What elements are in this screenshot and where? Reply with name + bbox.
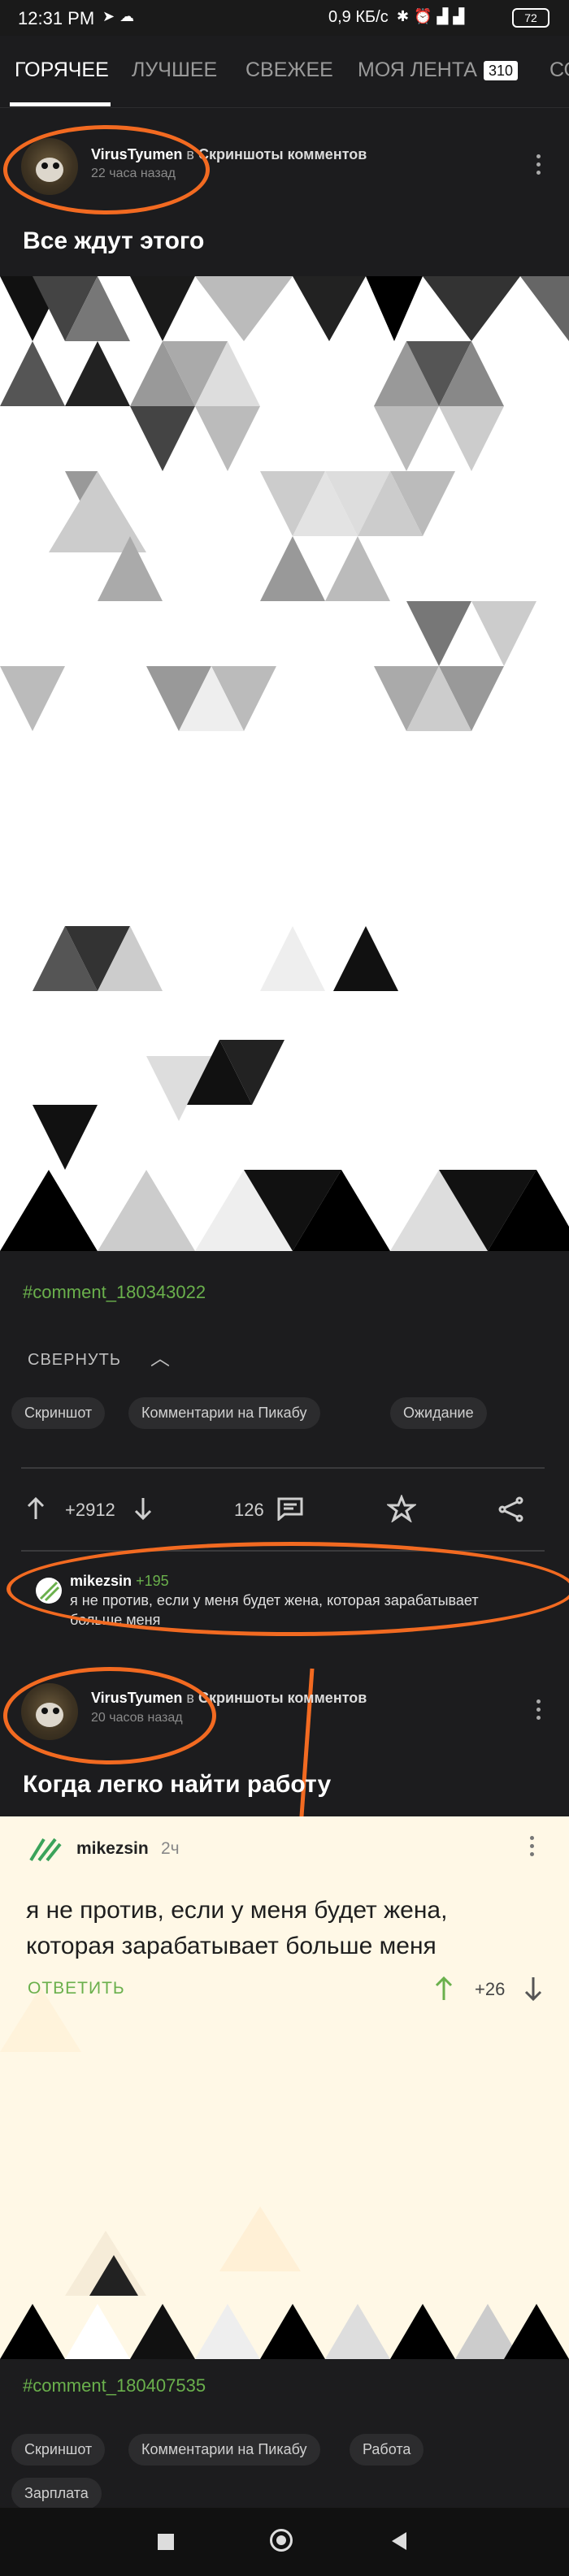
post-title: Все ждут этого [23,227,205,254]
tag-chip[interactable]: Скриншот [11,1397,106,1429]
divider [21,1467,545,1469]
post-rating: +2912 [65,1500,115,1520]
more-icon[interactable] [536,154,541,179]
alarm-icon: ⏰ [414,8,437,24]
card-comment-line1: я не против, если у меня будет жена, [26,1897,448,1924]
battery-icon: 72 [512,8,549,28]
collapse-button[interactable]: СВЕРНУТЬ ︿ [28,1342,171,1370]
active-tab-indicator [10,102,111,106]
tab-communities[interactable]: СО [549,58,569,82]
feed-counter-badge: 310 [483,60,519,80]
back-icon[interactable] [390,2531,408,2552]
status-bar: 12:31 PM ➤☁ 0,9 КБ/с ✱⏰▟▟ 72 [0,0,569,36]
status-notification-icons: ➤☁ [102,8,139,25]
system-nav-bar [0,2508,569,2576]
comment-hashtag-link[interactable]: #comment_180343022 [23,1282,206,1303]
tab-best[interactable]: ЛУЧШЕЕ [132,58,217,82]
tab-my-feed-label: МОЯ ЛЕНТА [358,58,477,81]
top-tabs: ГОРЯЧЕЕ ЛУЧШЕЕ СВЕЖЕЕ МОЯ ЛЕНТА 310 СО [0,36,569,108]
highlight-ellipse [7,1542,569,1636]
post-title: Когда легко найти работу [23,1771,332,1798]
chevron-up-icon: ︿ [150,1348,171,1370]
tag-chip[interactable]: Скриншот [11,2434,106,2466]
tag-chip[interactable]: Зарплата [11,2478,102,2509]
tag-chip[interactable]: Ожидание [390,1397,487,1429]
share-icon[interactable] [497,1496,525,1526]
status-time: 12:31 PM [18,8,95,28]
signal-icon: ▟ [437,8,454,24]
upvote-icon [435,1976,453,2000]
upvote-icon[interactable] [26,1496,46,1525]
tag-chip[interactable]: Работа [350,2434,424,2466]
comments-count[interactable]: 126 [234,1500,264,1521]
comment-hashtag-link[interactable]: #comment_180407535 [23,2375,206,2396]
weather-icon: ☁ [119,8,140,24]
downvote-icon [524,1977,542,2002]
more-icon [530,1836,535,1860]
post-image[interactable] [0,276,569,1251]
highlight-circle [3,1667,216,1764]
more-icon[interactable] [536,1699,541,1724]
home-icon[interactable] [270,2529,293,2552]
card-rating: +26 [475,1979,506,1999]
triangle-pattern [0,276,569,1251]
bluetooth-icon: ✱ [397,8,415,24]
tab-fresh[interactable]: СВЕЖЕЕ [245,58,333,82]
stop-icon[interactable] [158,2534,174,2550]
status-system-icons: ✱⏰▟▟ [397,8,469,25]
star-icon[interactable] [385,1493,418,1526]
telegram-icon: ➤ [102,8,120,24]
signal-icon-2: ▟ [453,8,470,24]
tag-chip[interactable]: Комментарии на Пикабу [128,2434,320,2466]
card-author: mikezsin [76,1839,149,1858]
tab-my-feed[interactable]: МОЯ ЛЕНТА 310 [358,58,519,82]
tag-chip[interactable]: Комментарии на Пикабу [128,1397,320,1429]
comments-icon[interactable] [276,1496,304,1525]
card-time: 2ч [161,1839,180,1858]
card-comment-line2: которая зарабатывает больше меня [26,1933,437,1959]
reply-button: ОТВЕТИТЬ [28,1979,125,1998]
pikabu-logo-icon [29,1838,62,1862]
collapse-label: СВЕРНУТЬ [28,1351,121,1369]
network-speed: 0,9 КБ/с [328,8,389,26]
highlight-circle [3,125,210,214]
post-community[interactable]: Скриншоты комментов [198,146,367,162]
post-community[interactable]: Скриншоты комментов [198,1690,367,1706]
post-image[interactable]: mikezsin 2ч я не против, если у меня буд… [0,1816,569,2359]
downvote-icon[interactable] [133,1496,153,1525]
tab-hot[interactable]: ГОРЯЧЕЕ [15,58,109,82]
